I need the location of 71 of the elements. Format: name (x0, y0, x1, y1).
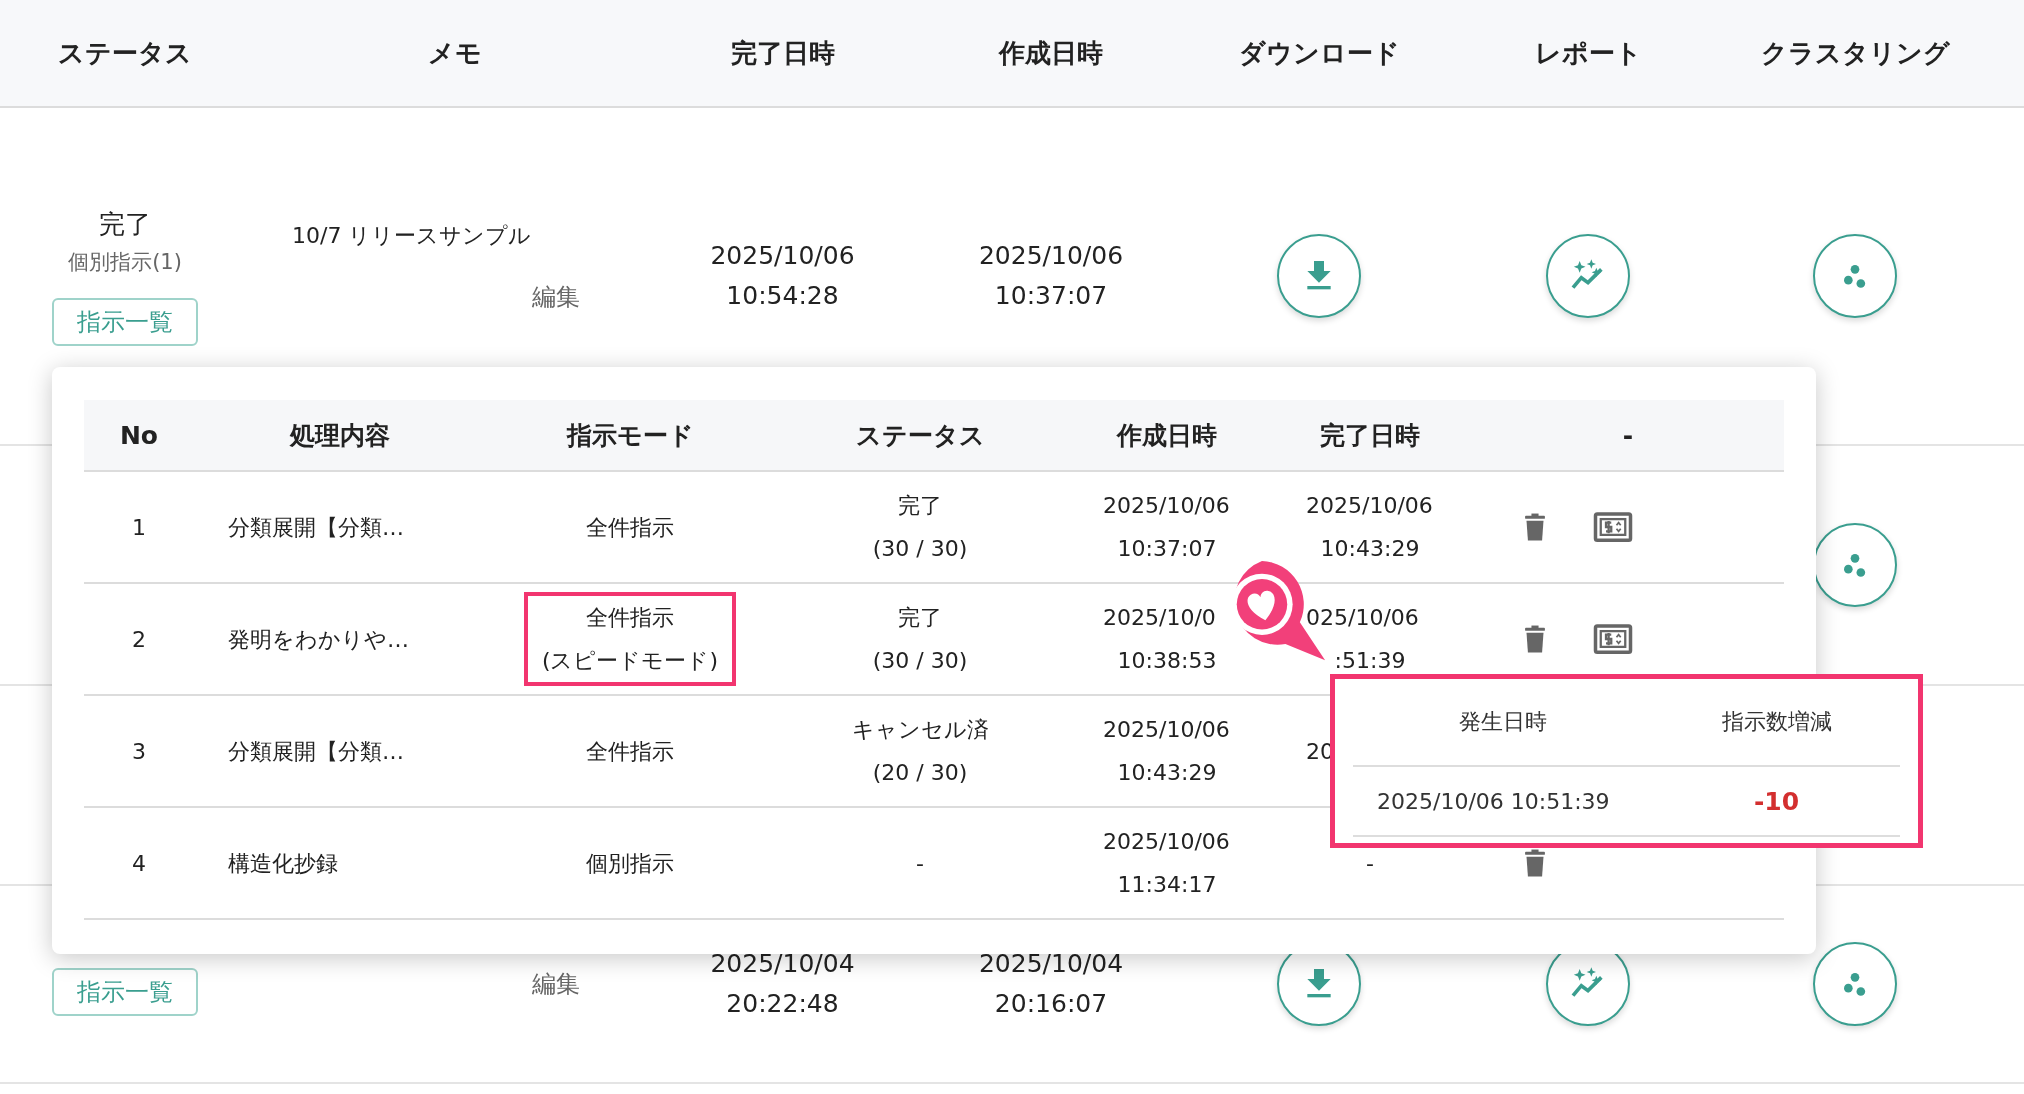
instruction-list-button[interactable]: 指示一覧 (52, 297, 198, 346)
column-header: 処理内容 (288, 419, 391, 452)
table-cell-text: 発明をわかりや… (228, 625, 409, 654)
table-cell-text: 2025/10/06 (1103, 828, 1231, 856)
date-text: 10:37:07 (994, 280, 1108, 312)
column-header: クラスタリング (1759, 36, 1951, 70)
table-cell-text: 全件指示 (586, 737, 674, 766)
edit-link[interactable]: 編集 (532, 968, 580, 1000)
table-cell-text: 個別指示 (586, 849, 674, 878)
table-cell-text: - (1365, 849, 1375, 878)
change-value: -10 (1752, 786, 1801, 816)
table-cell-text: :51:39 (1333, 647, 1407, 675)
table-cell-text: 完了 (897, 604, 943, 632)
column-header: No (118, 420, 160, 450)
download-button[interactable] (1277, 234, 1361, 318)
column-header: レポート (1533, 36, 1643, 70)
date-text: 2025/10/04 (710, 948, 855, 980)
table-cell-text: (20 / 30) (871, 759, 969, 787)
column-header: 完了日時 (729, 36, 836, 70)
column-header: ステータス (854, 419, 986, 452)
table-cell-text: 2025/10/0 (1103, 604, 1217, 632)
row-number: 1 (132, 513, 146, 542)
column-header: 完了日時 (1319, 419, 1421, 452)
table-cell-text: 分類展開【分類… (228, 737, 404, 766)
memo-text: 10/7 リリースサンプル (291, 222, 533, 250)
table-cell-text: 10:38:53 (1116, 647, 1218, 675)
row-number: 2 (132, 625, 146, 654)
column-header: 指示数増減 (1720, 708, 1833, 736)
clustering-button[interactable] (1813, 942, 1897, 1026)
column-header: - (1621, 420, 1635, 450)
table-cell-text: 分類展開【分類… (228, 513, 404, 542)
column-header: ステータス (57, 36, 193, 70)
table-cell-text: - (916, 849, 924, 878)
table-cell-text: (スピードモード) (541, 647, 719, 675)
table-cell-text: 10:37:07 (1116, 535, 1218, 563)
row-number: 3 (132, 737, 146, 766)
date-text: 2025/10/04 (978, 948, 1124, 980)
mode-text: 個別指示(1) (68, 248, 182, 276)
status-text: 完了 (99, 207, 151, 241)
column-header: 作成日時 (1115, 419, 1218, 452)
column-header: メモ (427, 36, 483, 70)
table-cell-text: 10:43:29 (1116, 759, 1218, 787)
table-cell-text: 完了 (897, 492, 943, 520)
column-header: 指示モード (565, 419, 695, 452)
table-cell-text: 2025/10/06 (1103, 492, 1231, 520)
date-text: 2025/10/06 (710, 240, 855, 272)
column-header: ダウンロード (1237, 36, 1401, 70)
table-cell-text: 構造化抄録 (228, 849, 338, 878)
table-cell-text: (30 / 30) (872, 535, 968, 563)
table-cell-text: 11:34:17 (1116, 871, 1218, 899)
date-text: 20:16:07 (994, 988, 1108, 1020)
clustering-button[interactable] (1813, 234, 1897, 318)
instruction-list-button[interactable]: 指示一覧 (52, 968, 198, 1016)
column-header: 作成日時 (997, 36, 1104, 70)
date-text: 10:54:28 (726, 280, 839, 312)
table-cell-text: 全件指示 (585, 604, 675, 632)
edit-link[interactable]: 編集 (532, 281, 580, 313)
row-number: 4 (132, 849, 146, 878)
date-text: 2025/10/06 (978, 240, 1124, 272)
table-cell-text: キャンセル済 (851, 716, 989, 744)
report-button[interactable] (1546, 234, 1630, 318)
table-cell-text: 10:43:29 (1319, 535, 1421, 563)
table-cell-text: 2025/10/06 (1306, 492, 1434, 520)
table-cell-text: 025/10/06 (1306, 604, 1420, 632)
table-cell-text: 全件指示 (586, 513, 674, 542)
table-cell-text: 2025/10/06 (1103, 716, 1231, 744)
column-header: 発生日時 (1458, 708, 1548, 736)
table-cell-text: 2025/10/06 10:51:39 (1376, 788, 1611, 814)
clustering-button[interactable] (1813, 523, 1897, 607)
table-cell-text: (30 / 30) (872, 647, 968, 675)
date-text: 20:22:48 (726, 988, 839, 1020)
